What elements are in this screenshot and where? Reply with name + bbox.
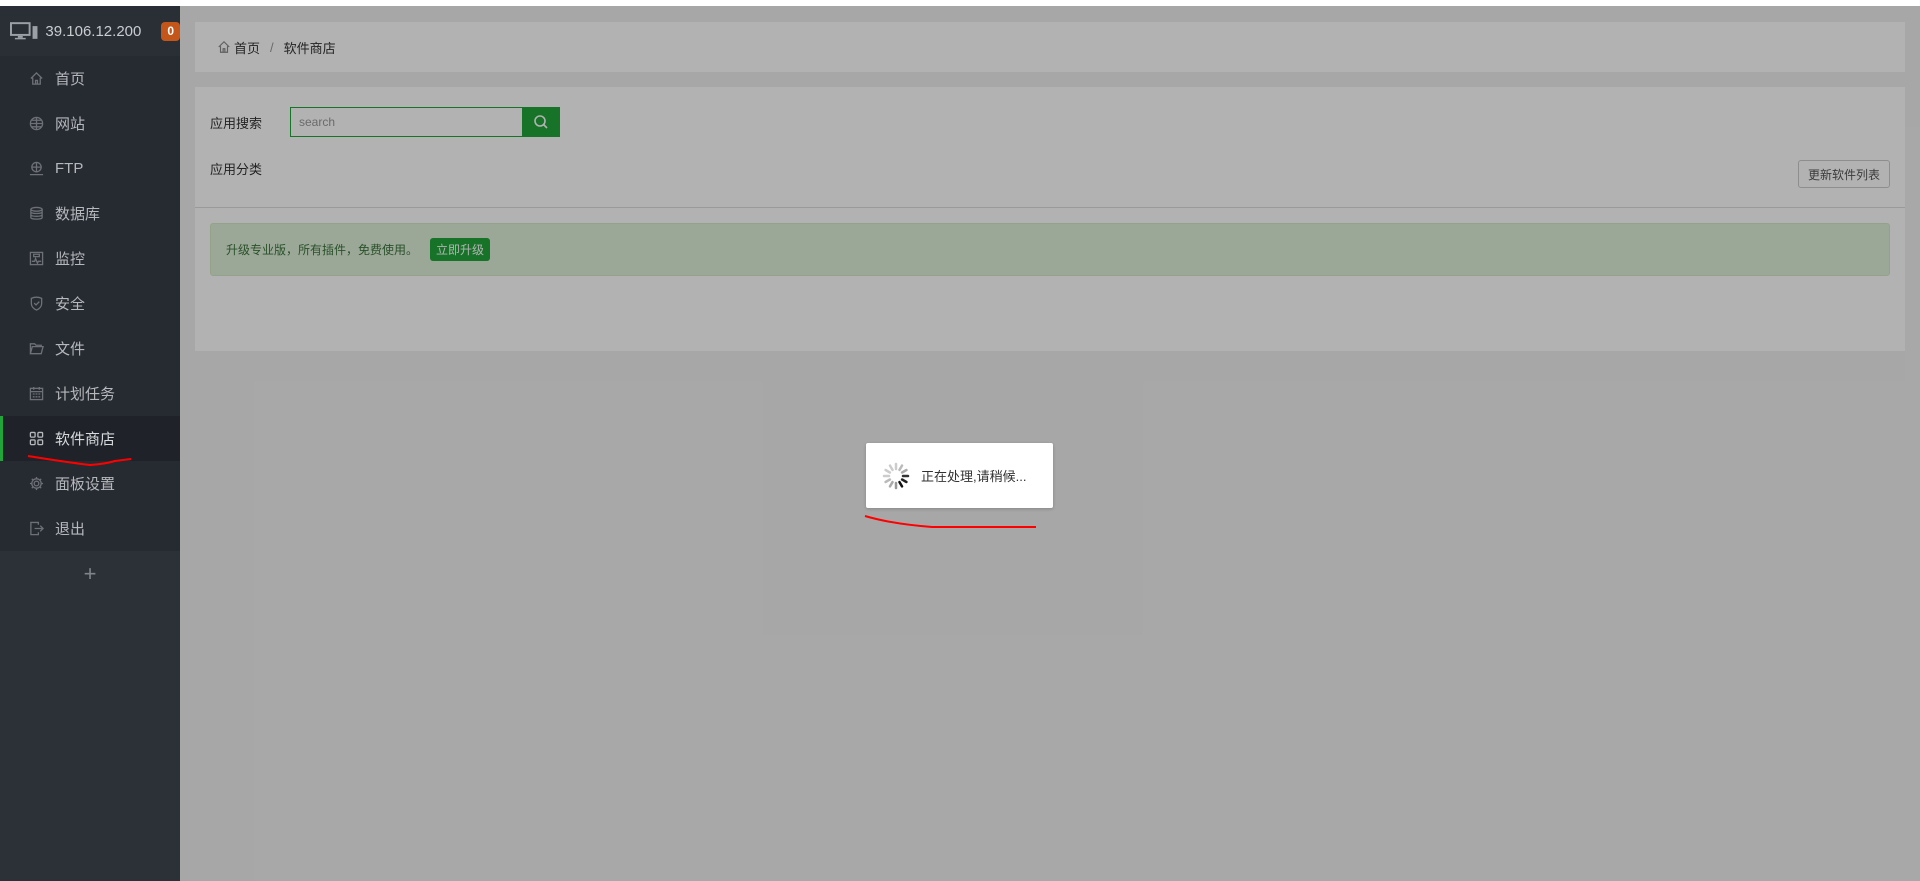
loading-text: 正在处理,请稍候... <box>921 469 1027 484</box>
sidebar-item-label: FTP <box>55 160 84 177</box>
shield-icon <box>28 296 44 312</box>
sidebar-item-label: 数据库 <box>55 206 101 223</box>
notification-badge[interactable]: 0 <box>161 21 180 41</box>
sidebar-item-monitor[interactable]: 监控 <box>0 236 180 281</box>
globe-icon <box>28 116 44 132</box>
gear-icon <box>28 476 44 492</box>
sidebar-item-database[interactable]: 数据库 <box>0 191 180 236</box>
loading-dialog: 正在处理,请稍候... <box>866 443 1053 508</box>
logout-icon <box>28 521 44 537</box>
spinner-icon <box>882 462 910 489</box>
sidebar-item-label: 软件商店 <box>55 431 116 448</box>
sidebar-item-label: 网站 <box>55 116 86 133</box>
sidebar-item-label: 监控 <box>55 251 86 268</box>
sidebar-item-cron[interactable]: 计划任务 <box>0 371 180 416</box>
ftp-icon <box>28 161 44 177</box>
sidebar-item-ftp[interactable]: FTP <box>0 146 180 191</box>
sidebar-item-panel-settings[interactable]: 面板设置 <box>0 461 180 506</box>
sidebar-item-security[interactable]: 安全 <box>0 281 180 326</box>
sidebar-item-logout[interactable]: 退出 <box>0 506 180 551</box>
server-header: 39.106.12.200 0 <box>0 6 180 56</box>
sidebar-item-label: 文件 <box>55 341 86 358</box>
add-button[interactable]: + <box>0 551 180 596</box>
sidebar-item-label: 首页 <box>55 71 86 88</box>
calendar-icon <box>28 386 44 402</box>
database-icon <box>28 206 44 222</box>
sidebar-item-software-store[interactable]: 软件商店 <box>0 416 180 461</box>
sidebar-item-home[interactable]: 首页 <box>0 56 180 101</box>
folder-icon <box>28 341 44 357</box>
sidebar-item-website[interactable]: 网站 <box>0 101 180 146</box>
server-ip: 39.106.12.200 <box>45 22 142 40</box>
sidebar-item-files[interactable]: 文件 <box>0 326 180 371</box>
computer-icon <box>10 22 38 40</box>
home-icon <box>28 71 44 87</box>
sidebar-item-label: 计划任务 <box>55 386 116 403</box>
sidebar-item-label: 退出 <box>55 521 86 538</box>
sidebar-menu: 首页 网站 FTP 数据库 监控 安全 文件 计划任务 软件商店 面板设置 退出 <box>0 56 180 551</box>
sidebar-item-label: 安全 <box>55 296 86 313</box>
grid-icon <box>28 431 44 447</box>
sidebar-item-label: 面板设置 <box>55 476 116 493</box>
monitor-chart-icon <box>28 251 44 267</box>
sidebar: 39.106.12.200 0 首页 网站 FTP 数据库 监控 安全 文件 计… <box>0 6 180 881</box>
